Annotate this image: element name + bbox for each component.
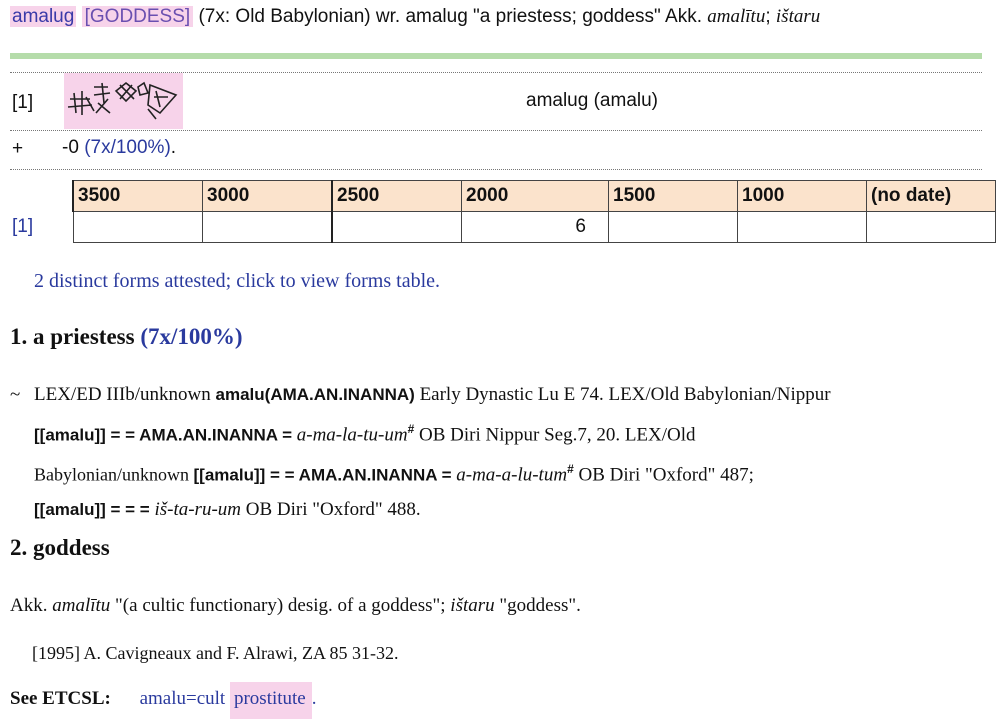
- dates-table: 3500 3000 2500 2000 1500 1000 (no date) …: [10, 180, 996, 243]
- dates-row-label[interactable]: [1]: [10, 211, 73, 243]
- form-name: amalug (amalu): [526, 90, 658, 111]
- date-cell: [202, 211, 333, 243]
- lex-line: [[amalu]] = = AMA.AN.INANNA = a-ma-la-tu…: [34, 412, 1000, 452]
- lex-text: OB Diri Nippur Seg.7, 20. LEX/Old: [414, 424, 696, 446]
- cuneiform-sign-icon[interactable]: [64, 73, 183, 129]
- akkadian-gloss: Akk. amalītu "(a cultic functionary) des…: [10, 589, 1000, 623]
- akkadian-term: ištaru: [450, 595, 495, 616]
- lex-line: [[amalu]] = = = iš-ta-ru-um OB Diri "Oxf…: [34, 493, 1000, 527]
- etcsl-link-text[interactable]: amalu=cult: [140, 688, 230, 709]
- gloss-text: Akk.: [10, 595, 53, 616]
- form-statistics: -0 (7x/100%).: [62, 137, 176, 159]
- date-cell: [866, 211, 996, 243]
- lex-text: OB Diri "Oxford" 488.: [241, 498, 421, 520]
- date-cell: [737, 211, 867, 243]
- stat-suffix: .: [170, 137, 177, 158]
- stat-prefix: -0: [62, 137, 85, 158]
- date-cell: 6: [461, 211, 609, 243]
- hash-mark: #: [567, 462, 574, 477]
- etcsl-line: See ETCSL: amalu=cult prostitute.: [10, 682, 317, 719]
- entry-header: amalug [GODDESS] (7x: Old Babylonian) wr…: [10, 6, 820, 28]
- sense-title: 2. goddess: [10, 535, 110, 560]
- akkadian-term-2: ištaru: [775, 6, 821, 27]
- form-index: [1]: [12, 92, 34, 113]
- date-col-header: 2000: [461, 180, 609, 212]
- dotted-rule: [10, 130, 982, 131]
- domain-tag[interactable]: [GODDESS]: [81, 6, 194, 27]
- sense-heading-1: 1. a priestess (7x/100%): [10, 324, 243, 350]
- sense-title: 1. a priestess: [10, 324, 141, 349]
- date-cell: [72, 211, 203, 243]
- lex-equation: [[amalu]] = = AMA.AN.INANNA =: [193, 465, 457, 485]
- akkadian-term-1: amalītu: [707, 6, 766, 27]
- lex-line: Babylonian/unknown [[amalu]] = = AMA.AN.…: [34, 452, 1000, 492]
- date-col-header: 3000: [202, 180, 333, 212]
- date-cell: [331, 211, 462, 243]
- dates-header-row: 3500 3000 2500 2000 1500 1000 (no date): [10, 180, 996, 212]
- stat-count: (7x/100%): [84, 137, 171, 158]
- akkadian-term: amalītu: [52, 595, 111, 616]
- etcsl-link[interactable]: amalu=cult prostitute.: [140, 682, 317, 719]
- etcsl-label: See ETCSL:: [10, 688, 111, 709]
- akkadian-form: iš-ta-ru-um: [154, 498, 242, 520]
- section-divider: [10, 53, 982, 59]
- sense-heading-2: 2. goddess: [10, 535, 110, 561]
- etcsl-link-highlight[interactable]: prostitute: [229, 682, 312, 719]
- gloss-text: "goddess".: [494, 595, 581, 616]
- etcsl-link-text: .: [311, 688, 317, 709]
- bibliography-reference: [1995] A. Cavigneaux and F. Alrawi, ZA 8…: [32, 643, 399, 663]
- empty-corner: [10, 180, 73, 212]
- lexical-attestations: LEX/ED IIIb/unknown amalu(AMA.AN.INANNA)…: [34, 378, 1000, 527]
- date-col-header: 1000: [737, 180, 867, 212]
- akkadian-form: a-ma-a-lu-tum: [456, 464, 568, 486]
- lex-line: LEX/ED IIIb/unknown amalu(AMA.AN.INANNA)…: [34, 378, 1000, 412]
- lex-text: Babylonian/unknown: [34, 464, 194, 485]
- date-col-header: (no date): [866, 180, 996, 212]
- dotted-rule: [10, 169, 982, 170]
- forms-table-link[interactable]: 2 distinct forms attested; click to view…: [34, 270, 440, 293]
- lex-text: Early Dynastic Lu E 74. LEX/Old Babyloni…: [414, 384, 831, 405]
- lex-text: OB Diri "Oxford" 487;: [573, 464, 754, 486]
- date-col-header: 3500: [72, 180, 203, 212]
- date-cell: [608, 211, 738, 243]
- entry-summary: (7x: Old Babylonian) wr. amalug "a pries…: [193, 6, 708, 27]
- plus-toggle[interactable]: +: [12, 138, 23, 160]
- lex-equation: [[amalu]] = = AMA.AN.INANNA =: [34, 425, 297, 445]
- gloss-text: "(a cultic functionary) desig. of a godd…: [110, 595, 451, 616]
- lex-equation: [[amalu]] = = =: [34, 499, 155, 519]
- dates-row: [1] 6: [10, 211, 996, 243]
- lex-equation: amalu(AMA.AN.INANNA): [215, 385, 415, 404]
- date-col-header: 1500: [608, 180, 738, 212]
- headword-link[interactable]: amalug: [10, 6, 77, 27]
- lex-text: LEX/ED IIIb/unknown: [34, 384, 216, 405]
- akkadian-form: a-ma-la-tu-um: [296, 424, 408, 446]
- tilde-marker: ~: [10, 384, 21, 405]
- date-col-header: 2500: [331, 180, 462, 212]
- sense-percent: (7x/100%): [140, 324, 243, 349]
- separator: ;: [765, 6, 776, 27]
